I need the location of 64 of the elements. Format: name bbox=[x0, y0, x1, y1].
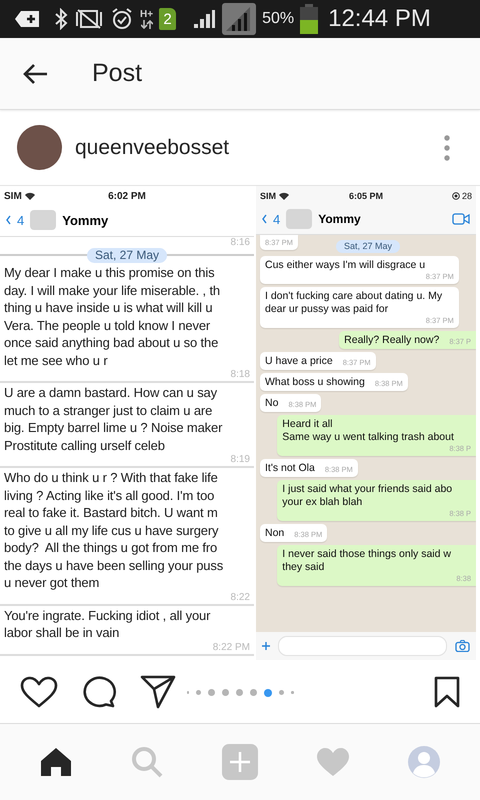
phone-time: 6:02 PM bbox=[107, 190, 147, 202]
bookmark-icon[interactable] bbox=[434, 676, 460, 708]
heart-icon[interactable] bbox=[20, 676, 58, 708]
wifi-icon bbox=[279, 192, 290, 200]
message-text: You're ingrate. Fucking idiot , all your labor shall be in vain bbox=[4, 606, 212, 642]
page-title: Post bbox=[92, 59, 142, 88]
bluetooth-icon bbox=[54, 8, 68, 30]
back-arrow-icon[interactable] bbox=[22, 62, 48, 84]
phone-time: 6:05 PM bbox=[348, 191, 384, 201]
message-text: What boss u showing bbox=[265, 376, 365, 389]
unread-count[interactable]: 4 bbox=[17, 212, 24, 228]
message-text: It's not Ola bbox=[265, 462, 315, 475]
message-input-field[interactable] bbox=[278, 636, 447, 656]
message-time: 8:22 PM bbox=[212, 642, 250, 652]
camera-icon[interactable] bbox=[455, 640, 470, 652]
message-text: I never said those things only said w they said bbox=[282, 548, 451, 574]
contact-avatar bbox=[286, 209, 312, 229]
message-text: My dear I make u this promise on this day. I will make your life miserable. , th thing u have inside u is what will kill u Vera. The people u told know I never once said anything bad about u so the let me see who u r bbox=[4, 264, 221, 369]
message-text: Non bbox=[265, 527, 284, 540]
message-time: 8:18 bbox=[230, 369, 250, 380]
wifi-icon bbox=[24, 192, 35, 200]
more-options-icon[interactable] bbox=[444, 134, 450, 160]
clock-time: 12:44 PM bbox=[328, 5, 431, 33]
plus-icon[interactable] bbox=[262, 641, 270, 651]
battery-icon bbox=[300, 4, 318, 34]
vibrate-off-icon bbox=[74, 8, 104, 30]
username[interactable]: queenveebosset bbox=[75, 136, 431, 160]
message-text: U have a price bbox=[265, 355, 333, 368]
comment-icon[interactable] bbox=[82, 676, 116, 708]
contact-name: Yommy bbox=[318, 212, 362, 226]
back-chevron-icon[interactable] bbox=[6, 215, 11, 225]
message-time: 8:22 bbox=[230, 592, 250, 602]
message-time: 8:19 bbox=[230, 454, 250, 465]
battery-percent: 28 bbox=[462, 191, 472, 201]
alarm-icon bbox=[110, 7, 134, 31]
carrier-label: SIM bbox=[260, 191, 276, 201]
battery-percent: 50% bbox=[262, 10, 294, 28]
carrier-label: SIM bbox=[4, 190, 22, 202]
contact-avatar bbox=[30, 210, 56, 230]
back-chevron-icon[interactable] bbox=[262, 214, 267, 224]
send-icon[interactable] bbox=[140, 674, 176, 708]
video-call-icon[interactable] bbox=[452, 213, 470, 225]
unread-count[interactable]: 4 bbox=[273, 212, 280, 226]
message-text: U are a damn bastard. How can u say much to a stranger just to claim u are big. Empty barrel lime u ? Noise maker Prostitute calling urself celeb bbox=[4, 384, 224, 454]
sim-badge: 2 bbox=[159, 8, 176, 30]
message-text: Really? Really now? bbox=[344, 334, 440, 347]
data-arrows-icon bbox=[140, 20, 153, 28]
date-chip: Sat, 27 May bbox=[86, 248, 168, 263]
message-text: I just said what your friends said abo your ex blah blah bbox=[282, 483, 452, 509]
message-text: Cus either ways I'm will disgrace u bbox=[265, 259, 426, 272]
message-text: No bbox=[265, 397, 278, 410]
network-type-label: H+ bbox=[140, 10, 154, 20]
date-chip: Sat, 27 May bbox=[336, 240, 400, 253]
message-text: I don't fucking care about dating u. My dear ur pussy was paid for bbox=[265, 290, 442, 316]
notification-tag-icon bbox=[14, 10, 40, 28]
signal-icon bbox=[192, 9, 216, 29]
message-text: Who do u think u r ? With that fake life living ? Acting like it's all good. I'm too real to fake it. Bastard bitch. U want m to give u all my life cus u have surgery body? All the things u got from me fro the days u have been selling your puss u never got them bbox=[4, 469, 224, 592]
home-icon[interactable] bbox=[40, 747, 72, 777]
location-icon bbox=[452, 192, 460, 200]
message-time: 8:16 bbox=[230, 237, 251, 248]
contact-name: Yommy bbox=[62, 212, 110, 228]
message-text: Heard it all Same way u went talking trash about bbox=[282, 418, 454, 444]
avatar-photo[interactable] bbox=[17, 125, 62, 170]
signal-icon bbox=[222, 3, 256, 35]
